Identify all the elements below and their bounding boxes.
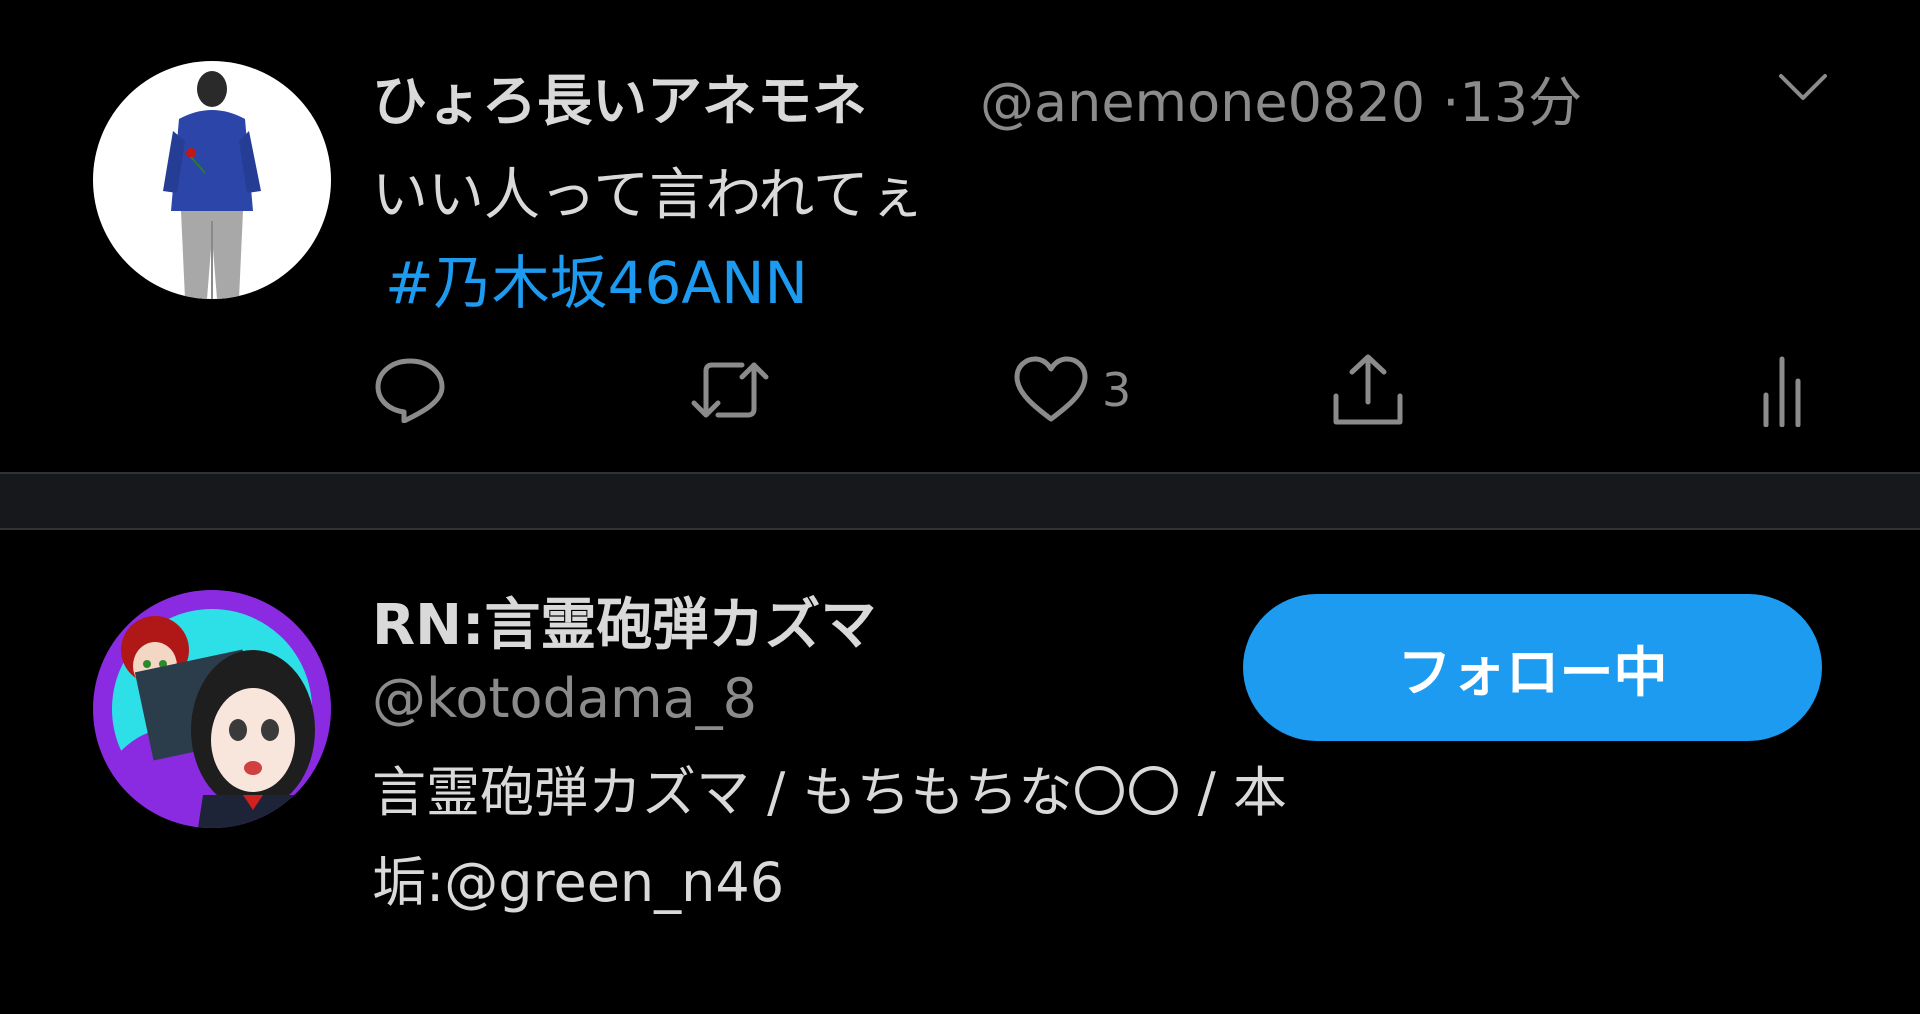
share-icon[interactable] xyxy=(1330,352,1406,428)
like-count: 3 xyxy=(1102,363,1132,417)
tweet-hashtag[interactable]: #乃木坂46ANN xyxy=(385,236,808,320)
user-card[interactable]: RN:言霊砲弾カズマ @kotodama_8 フォロー中 言霊砲弾カズマ / も… xyxy=(0,530,1920,1014)
tweet-timestamp[interactable]: 13分 xyxy=(1459,71,1582,134)
tweet-author-name[interactable]: ひょろ長いアネモネ xyxy=(372,56,867,136)
chevron-down-icon[interactable] xyxy=(1778,72,1828,108)
tweet[interactable]: ひょろ長いアネモネ @anemone0820 ·13分 いい人って言われてぇ #… xyxy=(0,0,1920,472)
section-divider xyxy=(0,472,1920,530)
tweet-text: いい人って言われてぇ xyxy=(372,163,925,228)
user-handle[interactable]: @kotodama_8 xyxy=(372,667,757,730)
meta-separator: · xyxy=(1442,71,1460,134)
reply-icon[interactable] xyxy=(374,357,446,423)
bio-line: 言霊砲弾カズマ / もちもちな〇〇 / 本 xyxy=(372,761,1288,824)
avatar-image xyxy=(93,61,331,299)
following-button[interactable]: フォロー中 xyxy=(1243,594,1822,741)
user-bio: 言霊砲弾カズマ / もちもちな〇〇 / 本 垢:@green_n46 xyxy=(372,748,1287,928)
handle-text: @anemone0820 xyxy=(980,71,1426,134)
avatar-image xyxy=(93,590,331,828)
bio-line: 垢:@green_n46 xyxy=(372,851,785,914)
avatar[interactable] xyxy=(93,590,331,828)
avatar[interactable] xyxy=(93,61,331,299)
retweet-icon[interactable] xyxy=(688,355,772,425)
user-display-name[interactable]: RN:言霊砲弾カズマ xyxy=(372,580,876,661)
tweet-author-handle[interactable]: @anemone0820 ·13分 xyxy=(980,58,1582,137)
analytics-icon[interactable] xyxy=(1760,355,1804,427)
heart-icon[interactable] xyxy=(1013,355,1089,423)
